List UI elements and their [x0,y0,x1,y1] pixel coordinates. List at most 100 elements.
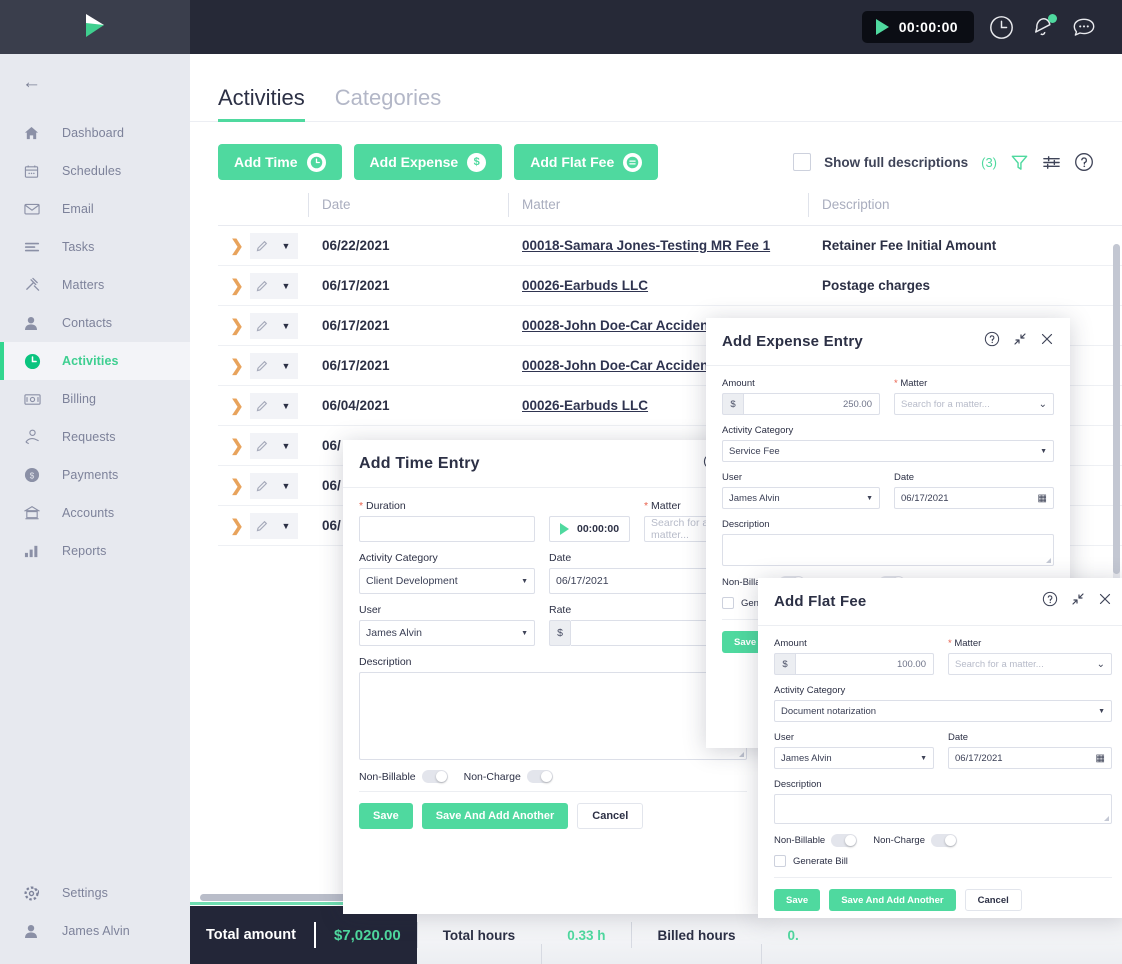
expand-row-icon[interactable]: ❯ [224,476,250,496]
row-menu-caret-icon[interactable]: ▼ [274,272,298,299]
description-textarea[interactable] [722,534,1054,566]
close-icon[interactable] [1098,592,1112,611]
cancel-button[interactable]: Cancel [577,803,644,829]
activity-category-select[interactable]: Document notarization ▼ [774,700,1112,722]
show-full-descriptions-checkbox[interactable] [793,153,812,171]
cell-matter[interactable]: 00018-Samara Jones-Testing MR Fee 1 [508,238,808,253]
matter-search-input[interactable]: Search for a matter... ⌄ [948,653,1112,675]
matter-link[interactable]: 00028-John Doe-Car Accident [522,318,713,333]
table-row[interactable]: ❯ ▼ 06/17/2021 00026-Earbuds LLC Postage… [218,266,1122,306]
sidebar-item-settings[interactable]: Settings [0,874,190,912]
table-row[interactable]: ❯ ▼ 06/22/2021 00018-Samara Jones-Testin… [218,226,1122,266]
duration-input[interactable] [359,516,535,542]
sidebar-item-accounts[interactable]: Accounts [0,494,190,532]
edit-icon[interactable] [250,352,274,379]
col-header-description[interactable]: Description [808,193,1108,217]
sidebar-item-matters[interactable]: Matters [0,266,190,304]
col-header-matter[interactable]: Matter [508,193,808,217]
chat-icon[interactable] [1070,14,1098,41]
add-flat-fee-dialog[interactable]: Add Flat Fee Amount $ 100.00 * Matter Se… [758,578,1122,918]
calendar-icon[interactable]: ▦ [1096,753,1105,764]
date-input[interactable]: 06/17/2021 ▦ [948,747,1112,769]
expand-row-icon[interactable]: ❯ [224,396,250,416]
activity-category-select[interactable]: Client Development ▼ [359,568,535,594]
description-textarea[interactable] [774,794,1112,824]
sidebar-item-email[interactable]: Email [0,190,190,228]
timer-play-icon[interactable] [875,19,889,35]
amount-input[interactable]: 100.00 [795,653,934,675]
cell-matter[interactable]: 00026-Earbuds LLC [508,278,808,293]
row-menu-caret-icon[interactable]: ▼ [274,232,298,259]
sidebar-item-payments[interactable]: $ Payments [0,456,190,494]
play-icon[interactable] [560,523,569,535]
date-input[interactable]: 06/17/2021 ▦ [894,487,1054,509]
sidebar-item-billing[interactable]: Billing [0,380,190,418]
row-menu-caret-icon[interactable]: ▼ [274,432,298,459]
help-icon[interactable] [984,331,1000,352]
tab-categories[interactable]: Categories [335,85,441,121]
activity-category-select[interactable]: Service Fee ▼ [722,440,1054,462]
funnel-icon[interactable] [1010,153,1029,172]
matter-link[interactable]: 00026-Earbuds LLC [522,278,648,293]
expand-row-icon[interactable]: ❯ [224,516,250,536]
scrollbar-thumb[interactable] [1113,244,1120,574]
bell-icon[interactable] [1029,13,1057,41]
expand-row-icon[interactable]: ❯ [224,236,250,256]
add-expense-button[interactable]: Add Expense $ [353,144,503,180]
sidebar-item-activities[interactable]: Activities [0,342,190,380]
tab-activities[interactable]: Activities [218,85,305,122]
non-billable-toggle[interactable] [831,834,858,847]
row-menu-caret-icon[interactable]: ▼ [274,392,298,419]
sidebar-item-tasks[interactable]: Tasks [0,228,190,266]
help-icon[interactable] [1074,152,1094,172]
edit-icon[interactable] [250,512,274,539]
expand-row-icon[interactable]: ❯ [224,436,250,456]
save-button[interactable]: Save [774,889,821,911]
edit-icon[interactable] [250,472,274,499]
non-charge-toggle[interactable] [930,834,957,847]
help-icon[interactable] [1042,591,1058,612]
minimize-icon[interactable] [1013,332,1027,351]
matter-link[interactable]: 00026-Earbuds LLC [522,398,648,413]
clock-icon[interactable] [988,14,1015,41]
non-billable-toggle[interactable] [421,770,448,783]
expand-row-icon[interactable]: ❯ [224,316,250,336]
edit-icon[interactable] [250,232,274,259]
description-textarea[interactable] [359,672,747,760]
add-time-button[interactable]: Add Time [218,144,342,180]
cancel-button[interactable]: Cancel [964,889,1022,911]
amount-input[interactable]: 250.00 [743,393,880,415]
calendar-icon[interactable]: ▦ [1038,493,1047,504]
col-header-date[interactable]: Date [308,193,508,217]
matter-search-input[interactable]: Search for a matter... ⌄ [894,393,1054,415]
sidebar-item-contacts[interactable]: Contacts [0,304,190,342]
save-and-add-another-button[interactable]: Save And Add Another [829,889,956,911]
sidebar-item-schedules[interactable]: Schedules [0,152,190,190]
row-menu-caret-icon[interactable]: ▼ [274,472,298,499]
duration-timer[interactable]: 00:00:00 [549,516,631,542]
user-select[interactable]: James Alvin ▼ [722,487,880,509]
sidebar-item-dashboard[interactable]: Dashboard [0,114,190,152]
app-logo[interactable] [0,0,190,54]
user-select[interactable]: James Alvin ▼ [359,620,535,646]
global-timer[interactable]: 00:00:00 [861,11,974,43]
matter-link[interactable]: 00018-Samara Jones-Testing MR Fee 1 [522,238,770,253]
user-select[interactable]: James Alvin ▼ [774,747,934,769]
minimize-icon[interactable] [1071,592,1085,611]
add-time-entry-dialog[interactable]: Add Time Entry * Duration 00:00:00 * Mat… [343,440,763,914]
save-button[interactable]: Save [359,803,413,829]
expand-row-icon[interactable]: ❯ [224,276,250,296]
non-charge-toggle[interactable] [526,770,553,783]
row-menu-caret-icon[interactable]: ▼ [274,352,298,379]
generate-bill-checkbox[interactable] [774,855,786,867]
add-flat-fee-button[interactable]: Add Flat Fee [514,144,659,180]
close-icon[interactable] [1040,332,1054,351]
sliders-icon[interactable] [1042,153,1061,172]
sidebar-item-requests[interactable]: Requests [0,418,190,456]
edit-icon[interactable] [250,272,274,299]
edit-icon[interactable] [250,432,274,459]
expand-row-icon[interactable]: ❯ [224,356,250,376]
sidebar-collapse-button[interactable]: ← [0,54,190,112]
edit-icon[interactable] [250,392,274,419]
save-and-add-another-button[interactable]: Save And Add Another [421,803,569,829]
